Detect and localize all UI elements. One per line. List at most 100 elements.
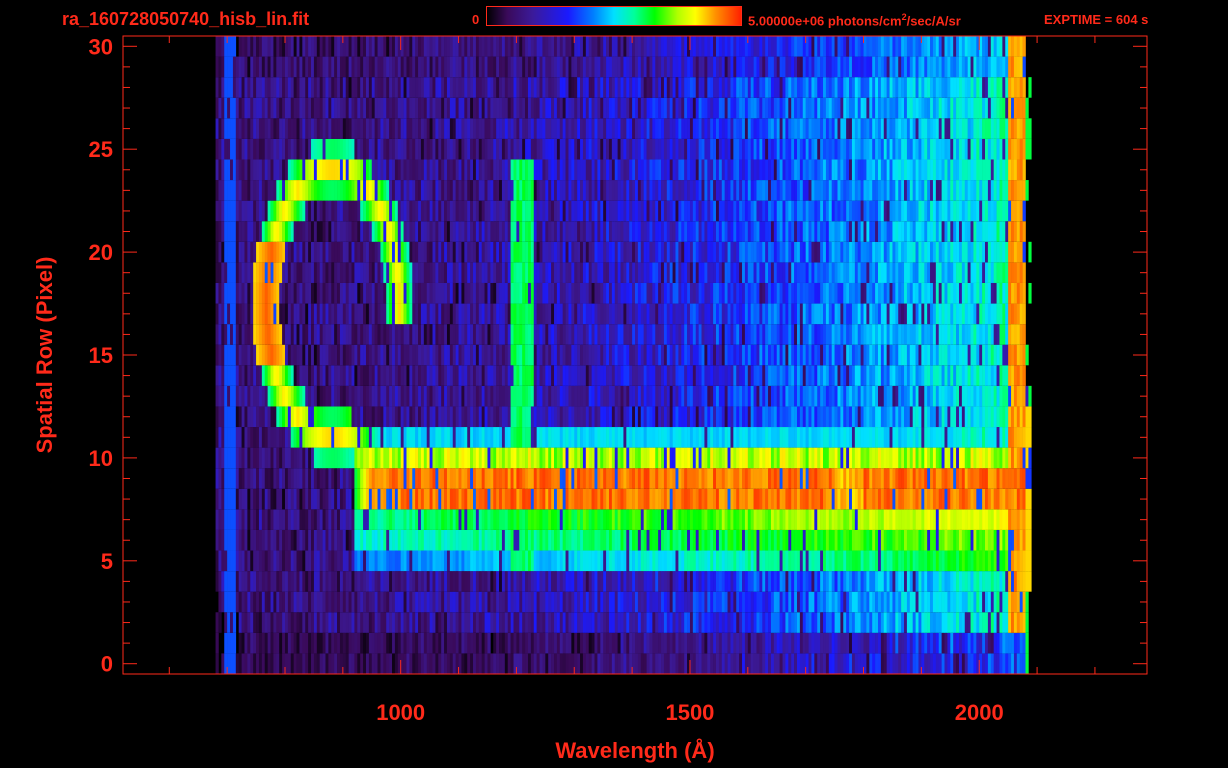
heatmap-cell: [580, 488, 584, 510]
heatmap-cell: [279, 385, 283, 407]
heatmap-cell: [750, 591, 754, 613]
heatmap-cell: [484, 632, 488, 654]
heatmap-cell: [432, 653, 436, 674]
heatmap-cell: [872, 509, 876, 530]
heatmap-cell: [284, 344, 289, 366]
heatmap-cell: [814, 550, 818, 572]
heatmap-cell: [319, 509, 323, 530]
heatmap-cell: [400, 344, 404, 366]
heatmap-cell: [299, 406, 303, 428]
heatmap-cell: [606, 612, 610, 633]
heatmap-cell: [632, 344, 636, 366]
heatmap-cell: [409, 385, 413, 407]
heatmap-cell: [284, 632, 289, 654]
heatmap-cell: [776, 509, 780, 530]
heatmap-cell: [218, 324, 222, 345]
heatmap-cell: [614, 385, 618, 407]
heatmap-cell: [230, 427, 234, 448]
heatmap-cell: [585, 344, 590, 366]
heatmap-cell: [452, 324, 456, 345]
heatmap-cell: [264, 632, 268, 654]
heatmap-cell: [927, 509, 931, 530]
heatmap-cell: [973, 550, 977, 572]
heatmap-cell: [539, 344, 543, 366]
heatmap-cell: [930, 591, 934, 613]
heatmap-cell: [322, 612, 326, 633]
heatmap-cell: [721, 427, 725, 448]
heatmap-cell: [889, 468, 893, 489]
heatmap-cell: [701, 303, 705, 325]
heatmap-cell: [571, 550, 575, 572]
heatmap-cell: [779, 488, 783, 510]
heatmap-cell: [782, 303, 786, 325]
heatmap-cell: [496, 344, 500, 366]
heatmap-cell: [652, 344, 656, 366]
heatmap-cell: [409, 303, 413, 325]
heatmap-cell: [831, 427, 835, 448]
heatmap-cell: [927, 344, 931, 366]
heatmap-cell: [270, 653, 274, 674]
heatmap-cell: [504, 385, 509, 407]
heatmap-cell: [293, 365, 297, 386]
heatmap-cell: [429, 468, 433, 489]
heatmap-cell: [316, 303, 320, 325]
heatmap-cell: [606, 385, 610, 407]
heatmap-cell: [976, 406, 980, 428]
heatmap-cell: [464, 447, 468, 469]
heatmap-cell: [574, 591, 578, 613]
heatmap-cell: [849, 406, 853, 428]
heatmap-cell: [556, 365, 561, 386]
heatmap-cell: [287, 406, 292, 428]
heatmap-cell: [325, 324, 329, 345]
heatmap-cell: [458, 509, 462, 530]
heatmap-cell: [626, 529, 630, 551]
heatmap-cell: [270, 571, 274, 592]
heatmap-cell: [522, 385, 526, 407]
heatmap-cell: [759, 550, 763, 572]
heatmap-cell: [967, 344, 971, 366]
heatmap-cell: [979, 632, 983, 654]
heatmap-cell: [415, 529, 419, 551]
heatmap-cell: [759, 303, 763, 325]
heatmap-cell: [669, 571, 673, 592]
heatmap-cell: [944, 488, 948, 510]
heatmap-cell: [892, 550, 896, 572]
heatmap-cell: [287, 427, 292, 448]
heatmap-cell: [698, 468, 702, 489]
heatmap-cell: [365, 591, 370, 613]
heatmap-cell: [504, 529, 509, 551]
heatmap-cell: [831, 468, 835, 489]
heatmap-cell: [652, 385, 656, 407]
heatmap-cell: [724, 571, 728, 592]
heatmap-cell: [669, 632, 673, 654]
heatmap-cell: [889, 427, 893, 448]
heatmap-cell: [467, 591, 471, 613]
heatmap-cell: [785, 447, 789, 469]
heatmap-cell: [765, 385, 769, 407]
heatmap-cell: [666, 344, 671, 366]
heatmap-cell: [831, 509, 835, 530]
heatmap-cell: [487, 303, 491, 325]
heatmap-cell: [606, 591, 610, 613]
heatmap-cell: [435, 612, 439, 633]
heatmap-cell: [747, 385, 751, 407]
heatmap-cell: [909, 571, 913, 592]
heatmap-cell: [371, 324, 375, 345]
heatmap-cell: [982, 385, 986, 407]
heatmap-cell: [600, 632, 604, 654]
heatmap-cell: [710, 632, 714, 654]
heatmap-cell: [935, 571, 940, 592]
heatmap-cell: [608, 632, 613, 654]
heatmap-cell: [232, 529, 237, 551]
heatmap-cell: [970, 406, 974, 428]
heatmap-cell: [753, 591, 757, 613]
heatmap-cell: [611, 303, 616, 325]
heatmap-cell: [308, 344, 312, 366]
heatmap-cell: [597, 303, 601, 325]
heatmap-cell: [365, 303, 370, 325]
heatmap-cell: [311, 632, 315, 654]
heatmap-cell: [218, 406, 222, 428]
heatmap-cell: [322, 632, 326, 654]
heatmap-cell: [863, 427, 867, 448]
heatmap-cell: [869, 385, 873, 407]
